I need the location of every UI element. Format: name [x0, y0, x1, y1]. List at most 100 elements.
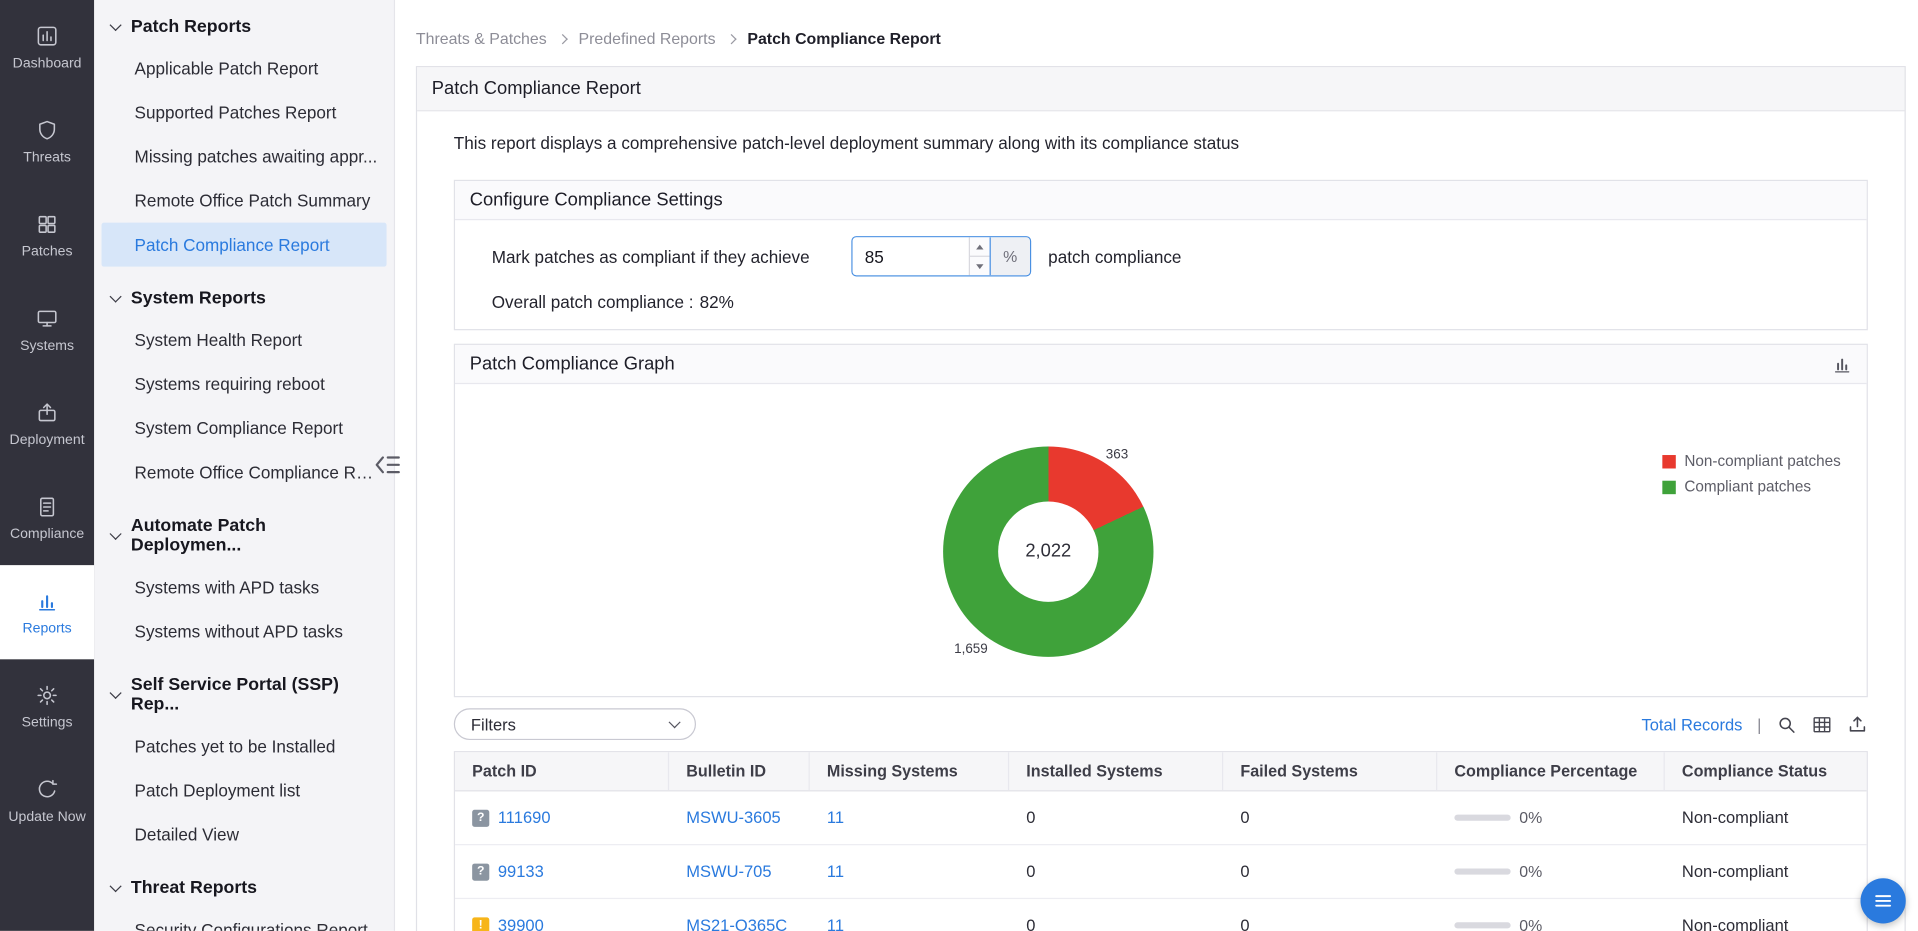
section-header-automate-patch-deployment[interactable]: Automate Patch Deploymen... [94, 506, 394, 565]
table-view-icon[interactable] [1812, 714, 1833, 735]
col-header-patch-id[interactable]: Patch ID [455, 752, 670, 791]
compliance-progress-bar [1454, 868, 1511, 875]
filters-dropdown[interactable]: Filters [453, 708, 697, 741]
threshold-input[interactable] [852, 237, 969, 276]
sidebar-item-applicable-patch-report[interactable]: Applicable Patch Report [94, 46, 394, 90]
nav-label: Threats [23, 149, 71, 165]
floating-menu-button[interactable] [1860, 878, 1906, 924]
col-header-compliance-status[interactable]: Compliance Status [1665, 752, 1867, 790]
breadcrumb: Threats & Patches Predefined Reports Pat… [416, 29, 1906, 47]
patch-id-link[interactable]: 99133 [498, 862, 544, 880]
overall-compliance-value: 82% [699, 292, 734, 312]
nav-label: Dashboard [12, 55, 82, 71]
threshold-label: Mark patches as compliant if they achiev… [491, 246, 810, 267]
nav-label: Compliance [9, 526, 85, 542]
patch-question-icon: ? [472, 809, 490, 827]
failed-systems-value: 0 [1240, 808, 1250, 827]
search-icon[interactable] [1776, 714, 1797, 735]
filters-label: Filters [470, 714, 516, 734]
chart-view-toggle-icon[interactable] [1832, 354, 1852, 374]
export-icon[interactable] [1847, 714, 1868, 735]
legend-swatch-green [1662, 480, 1676, 494]
chevron-down-icon [109, 19, 122, 32]
nav-item-threats[interactable]: Threats [0, 94, 94, 188]
patch-compliance-graph-box: Patch Compliance Graph 2,022 363 1,659 N… [453, 343, 1868, 698]
sidebar-item-systems-with-apd-tasks[interactable]: Systems with APD tasks [94, 565, 394, 609]
nav-item-reports[interactable]: Reports [0, 565, 95, 660]
refresh-icon [35, 777, 58, 800]
section-title: Threat Reports [130, 878, 258, 898]
sidebar-item-missing-patches[interactable]: Missing patches awaiting appr... [94, 135, 394, 179]
sidebar-item-systems-requiring-reboot[interactable]: Systems requiring reboot [94, 362, 394, 406]
app-window: Dashboard Threats Patches Systems Deploy… [0, 0, 1918, 931]
bulletin-id-link[interactable]: MSWU-705 [686, 862, 771, 880]
chart-legend: Non-compliant patches Compliant patches [1662, 453, 1841, 495]
sidebar-item-remote-office-patch-summary[interactable]: Remote Office Patch Summary [94, 179, 394, 223]
col-header-installed-systems[interactable]: Installed Systems [1009, 752, 1224, 791]
caret-down-icon [976, 263, 984, 269]
patch-question-icon: ? [472, 862, 490, 881]
slice-label-non-compliant: 363 [1105, 447, 1129, 463]
sidebar-item-detailed-view[interactable]: Detailed View [94, 812, 394, 856]
sidebar-item-patch-compliance-report[interactable]: Patch Compliance Report [101, 222, 387, 267]
stepper-down-button[interactable] [969, 255, 990, 276]
col-header-failed-systems[interactable]: Failed Systems [1223, 752, 1438, 791]
section-title: Self Service Portal (SSP) Rep... [130, 675, 339, 715]
stepper-up-button[interactable] [969, 237, 990, 256]
sidebar-item-system-compliance-report[interactable]: System Compliance Report [94, 406, 394, 450]
table-toolbar: Total Records | [1641, 714, 1867, 735]
toolbar-separator: | [1757, 714, 1762, 734]
nav-item-patches[interactable]: Patches [0, 188, 94, 282]
slice-label-compliant: 1,659 [954, 642, 988, 657]
configure-compliance-title: Configure Compliance Settings [469, 189, 723, 211]
chevron-right-icon [726, 33, 737, 45]
breadcrumb-current: Patch Compliance Report [747, 29, 941, 48]
missing-systems-link[interactable]: 11 [827, 809, 844, 827]
compliance-status-value: Non-compliant [1681, 916, 1789, 931]
sidebar-item-supported-patches-report[interactable]: Supported Patches Report [94, 91, 394, 135]
col-header-missing-systems[interactable]: Missing Systems [810, 752, 1010, 791]
sidebar-item-system-health-report[interactable]: System Health Report [94, 318, 394, 362]
number-stepper [968, 237, 990, 276]
sidebar-item-security-configurations-report[interactable]: Security Configurations Report [94, 908, 394, 931]
monitor-icon [35, 306, 58, 329]
caret-up-icon [976, 244, 984, 249]
section-header-ssp-reports[interactable]: Self Service Portal (SSP) Rep... [94, 665, 394, 724]
table-row: ! 39900 MS21-O365C 11 0 0 0% Non-complia… [455, 899, 1867, 931]
nav-item-dashboard[interactable]: Dashboard [0, 0, 94, 94]
chevron-down-icon [668, 716, 681, 729]
total-records-link[interactable]: Total Records [1641, 715, 1742, 733]
chevron-down-icon [109, 686, 122, 700]
sidebar-item-systems-without-apd-tasks[interactable]: Systems without APD tasks [94, 609, 394, 653]
sidebar-collapse-handle[interactable] [374, 453, 401, 477]
nav-item-compliance[interactable]: Compliance [0, 471, 94, 565]
donut-center-label: 2,022 [997, 501, 1099, 603]
col-header-compliance-percentage[interactable]: Compliance Percentage [1437, 752, 1665, 791]
sidebar-item-patch-deployment-list[interactable]: Patch Deployment list [94, 768, 394, 812]
nav-item-systems[interactable]: Systems [0, 283, 94, 377]
section-header-system-reports[interactable]: System Reports [94, 279, 394, 318]
missing-systems-link[interactable]: 11 [827, 916, 844, 931]
nav-item-settings[interactable]: Settings [0, 659, 94, 753]
nav-item-deployment[interactable]: Deployment [0, 377, 94, 471]
threshold-input-group: % [851, 236, 1032, 277]
missing-systems-link[interactable]: 11 [827, 862, 844, 880]
legend-item-non-compliant: Non-compliant patches [1662, 453, 1841, 470]
report-description: This report displays a comprehensive pat… [453, 133, 1240, 153]
bulletin-id-link[interactable]: MSWU-3605 [686, 809, 781, 827]
patch-id-link[interactable]: 39900 [498, 916, 544, 931]
chevron-down-icon [109, 290, 122, 303]
nav-item-update-now[interactable]: Update Now [0, 753, 94, 847]
breadcrumb-threats-patches[interactable]: Threats & Patches [416, 29, 547, 47]
section-header-threat-reports[interactable]: Threat Reports [94, 868, 394, 907]
nav-label: Systems [20, 338, 75, 353]
bulletin-id-link[interactable]: MS21-O365C [686, 916, 787, 931]
patch-warning-icon: ! [472, 916, 490, 931]
installed-systems-value: 0 [1026, 862, 1036, 881]
section-header-patch-reports[interactable]: Patch Reports [94, 7, 394, 46]
patch-id-link[interactable]: 111690 [498, 809, 551, 827]
sidebar-item-patches-yet-to-be-installed[interactable]: Patches yet to be Installed [94, 724, 394, 768]
breadcrumb-predefined-reports[interactable]: Predefined Reports [579, 29, 716, 47]
sidebar-item-remote-office-compliance[interactable]: Remote Office Compliance Re... [94, 450, 394, 494]
col-header-bulletin-id[interactable]: Bulletin ID [669, 752, 810, 791]
